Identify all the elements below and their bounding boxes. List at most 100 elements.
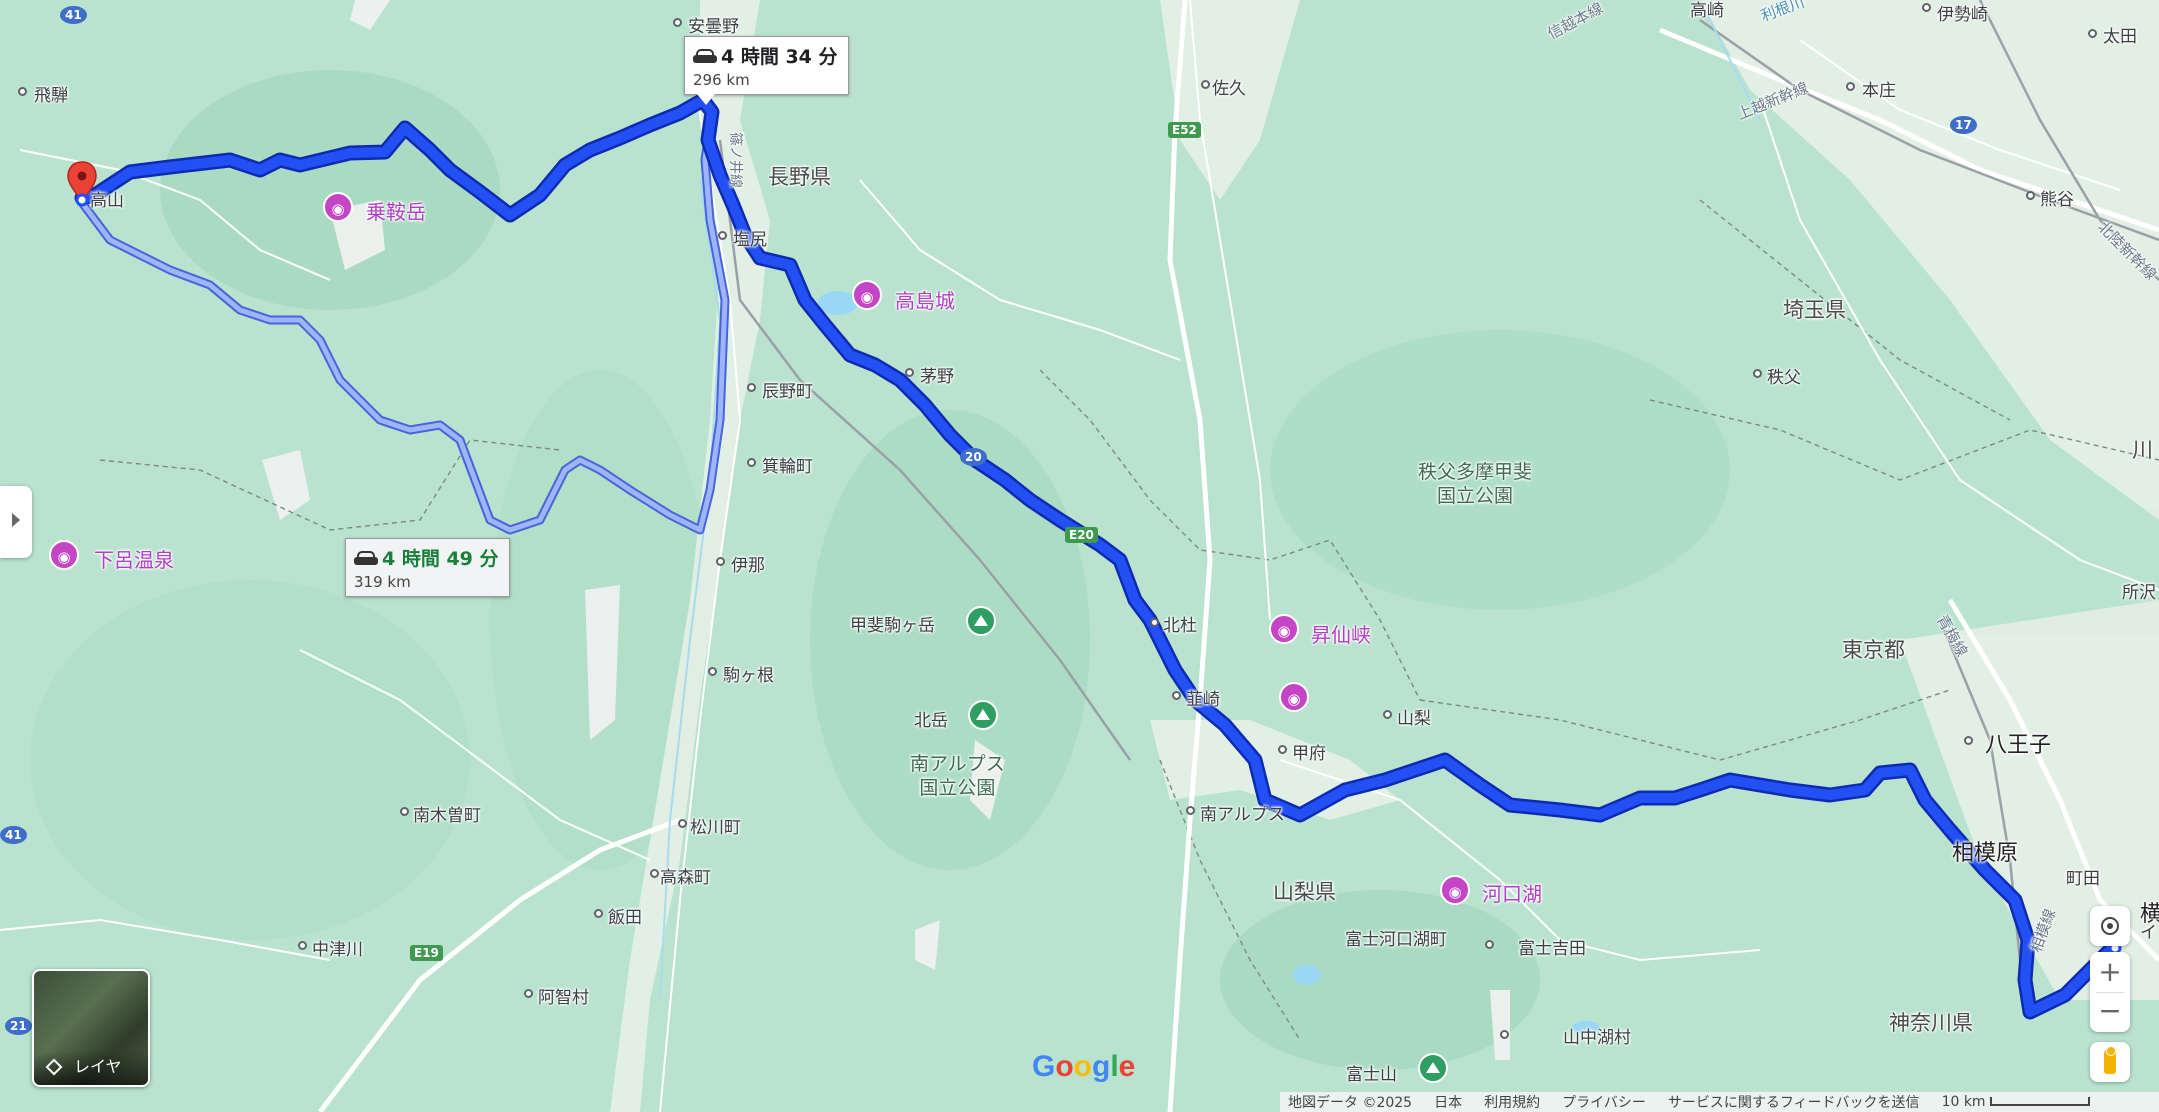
rail-label-shinonoi: 篠ノ井線 [727,132,743,188]
pegman-icon [2104,1046,2116,1074]
place-label-tokorozawa: 所沢 [2122,583,2156,603]
place-dot [1922,3,1931,12]
place-label-yamanakako: 山中湖村 [1563,1028,1631,1048]
place-label-kumagaya: 熊谷 [2040,190,2074,210]
car-icon [693,49,717,65]
poi-camera-icon[interactable]: ◉ [852,280,882,310]
park-label-minami-alps: 南アルプス 国立公園 [910,753,1005,799]
poi-label-gero[interactable]: 下呂温泉 [94,544,174,573]
place-label-yamanashi-city: 山梨 [1397,709,1431,729]
place-dot [1186,806,1195,815]
place-dot [678,819,687,828]
place-dot [673,18,682,27]
prefecture-label-tokyo: 東京都 [1842,638,1905,662]
my-location-icon [2101,917,2119,935]
side-panel-toggle[interactable] [0,486,32,558]
road-shield-20: 20 [960,448,987,466]
prefecture-label-yamanashi: 山梨県 [1273,880,1336,904]
poi-camera-icon[interactable]: ◉ [1279,682,1309,712]
primary-route-callout[interactable]: 4 時間 34 分 296 km [684,36,849,105]
park-label-chichibu: 秩父多摩甲斐 国立公園 [1418,461,1533,507]
layers-button[interactable]: レイヤ [32,969,150,1087]
place-label-hokuto: 北杜 [1163,616,1197,636]
place-label-machida: 町田 [2066,869,2100,889]
place-label-minamikiso: 南木曽町 [413,806,481,826]
place-label-minami-alps-city: 南アルプス [1200,805,1285,825]
place-dot [400,807,409,816]
my-location-button[interactable] [2090,906,2130,946]
street-view-pegman[interactable] [2090,1042,2130,1082]
prefecture-label-saitama: 埼玉県 [1783,298,1846,322]
mountain-icon[interactable] [1418,1053,1448,1083]
place-label-fujikawaguchiko: 富士河口湖町 [1345,930,1447,950]
place-label-fujisan: 富士山 [1346,1065,1397,1085]
place-dot [1201,80,1210,89]
poi-camera-icon[interactable]: ◉ [1440,875,1470,905]
place-dot [18,87,27,96]
place-label-shiojiri: 塩尻 [733,230,767,250]
place-label-i-edge: イ [2140,923,2157,943]
feedback-link[interactable]: サービスに関するフィードバックを送信 [1668,1092,1920,1112]
scale-bar[interactable]: 10 km [1941,1094,2091,1110]
place-dot [2088,29,2097,38]
chevron-right-icon [12,513,20,527]
place-dot [1753,369,1762,378]
place-dot [747,383,756,392]
place-label-isesaki: 伊勢崎 [1937,5,1988,25]
prefecture-label-kanagawa: 神奈川県 [1889,1011,1973,1035]
place-label-takayama: 高山 [90,191,124,211]
place-label-ota: 太田 [2103,27,2137,47]
poi-camera-icon[interactable]: ◉ [49,540,79,570]
road-shield-21: 21 [5,1017,32,1035]
poi-label-takashima[interactable]: 高島城 [895,285,955,314]
road-shield-e19: E19 [410,945,443,961]
zoom-control: + − [2090,952,2130,1032]
place-dot [1964,736,1973,745]
place-dot [1485,940,1494,949]
road-shield-41a: 41 [60,6,87,24]
place-dot [718,231,727,240]
place-label-honjo: 本庄 [1862,81,1896,101]
place-label-hida: 飛騨 [34,86,68,106]
place-label-nakatsugawa: 中津川 [312,940,363,960]
car-icon [354,551,378,567]
place-label-chichibu: 秩父 [1767,368,1801,388]
zoom-in-button[interactable]: + [2090,952,2130,992]
place-dot [747,458,756,467]
mountain-icon[interactable] [966,606,996,636]
road-shield-41b: 41 [0,826,27,844]
place-label-kaikoma: 甲斐駒ヶ岳 [850,616,935,636]
poi-label-norikura[interactable]: 乗鞍岳 [366,196,426,225]
road-shield-17: 17 [1950,116,1977,134]
place-label-achi: 阿智村 [538,988,589,1008]
place-dot [1500,1030,1509,1039]
place-dot [2026,191,2035,200]
scale-label: 10 km [1941,1094,1986,1110]
place-label-nirasaki: 韮崎 [1186,690,1220,710]
terms-link[interactable]: 利用規約 [1484,1092,1540,1112]
zoom-out-button[interactable]: − [2090,993,2130,1031]
mountain-icon[interactable] [968,700,998,730]
place-label-iida: 飯田 [608,908,642,928]
place-dot [298,941,307,950]
place-dot [905,368,914,377]
place-label-komagane: 駒ヶ根 [723,666,774,686]
privacy-link[interactable]: プライバシー [1562,1092,1646,1112]
place-dot [708,667,717,676]
poi-camera-icon[interactable]: ◉ [323,192,353,222]
place-label-hachioji: 八王子 [1985,733,2052,758]
prefecture-label-nagano: 長野県 [768,165,831,189]
poi-label-shosenkyo[interactable]: 昇仙峡 [1311,619,1371,648]
place-label-matsukawa: 松川町 [690,818,741,838]
place-label-minowa: 箕輪町 [762,457,813,477]
route-distance: 296 km [693,71,750,89]
poi-camera-icon[interactable]: ◉ [1269,614,1299,644]
poi-label-kawaguchiko[interactable]: 河口湖 [1482,878,1542,907]
alternate-route-callout[interactable]: 4 時間 49 分 319 km [345,538,510,597]
country-link[interactable]: 日本 [1434,1092,1462,1112]
route-distance: 319 km [354,573,411,591]
route-time: 4 時間 49 分 [382,548,499,570]
place-label-azumino: 安曇野 [688,17,739,37]
place-label-takamori: 高森町 [660,868,711,888]
place-label-kofu: 甲府 [1292,744,1326,764]
